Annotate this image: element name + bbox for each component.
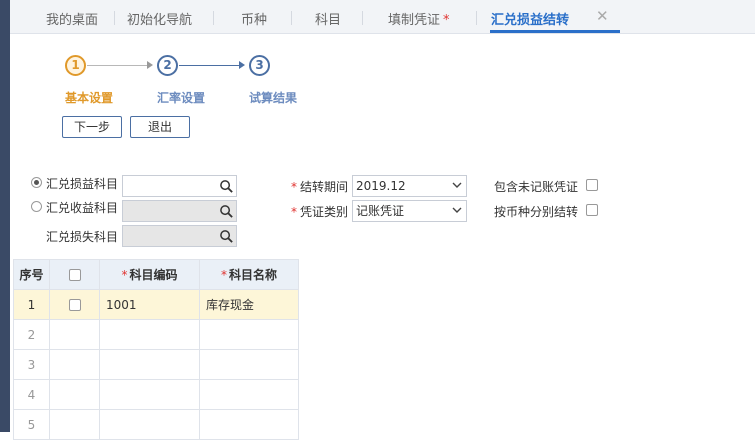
close-icon[interactable]: ✕ <box>596 7 609 25</box>
row-select-cell[interactable] <box>49 409 100 440</box>
gain-loss-subject-radio[interactable] <box>31 177 42 188</box>
tab-separator <box>476 11 477 25</box>
arrow-right-icon <box>239 61 245 69</box>
subject-name-cell[interactable] <box>199 409 299 440</box>
tab-init-guide[interactable]: 初始化导航 <box>127 9 192 33</box>
left-nav-strip <box>0 0 10 432</box>
tab-separator <box>213 11 214 25</box>
by-currency-checkbox[interactable] <box>586 204 598 216</box>
row-select-cell[interactable] <box>49 349 100 380</box>
table-row[interactable]: 2 <box>13 319 299 350</box>
tab-separator <box>362 11 363 25</box>
code-header: * 科目编码 <box>99 259 200 290</box>
subject-name-cell[interactable]: 库存现金 <box>199 289 299 320</box>
step-connector <box>179 65 239 66</box>
by-currency-label: 按币种分别结转 <box>494 205 579 219</box>
subject-code-cell[interactable] <box>99 379 200 410</box>
required-marker: * <box>121 268 128 282</box>
subject-grid: 序号 * 科目编码 * 科目名称 1 1001 库存现金 2 3 4 5 <box>13 259 299 440</box>
tab-separator <box>114 11 115 25</box>
tab-bar: 我的桌面 初始化导航 币种 科目 填制凭证 * 汇兑损益结转 ✕ <box>10 0 755 34</box>
gain-subject-radio[interactable] <box>31 201 42 212</box>
row-number: 4 <box>13 379 50 410</box>
row-number: 2 <box>13 319 50 350</box>
step-1-label: 基本设置 <box>65 91 114 105</box>
period-label: * 结转期间 <box>291 178 348 195</box>
row-select-cell[interactable] <box>49 379 100 410</box>
step-2-indicator: 2 <box>157 55 178 76</box>
subject-code-cell[interactable] <box>99 319 200 350</box>
voucher-type-select[interactable]: 记账凭证 <box>352 200 467 222</box>
tab-label: 汇兑损益结转 <box>491 13 570 28</box>
row-number: 3 <box>13 349 50 380</box>
seq-header: 序号 <box>13 259 50 290</box>
search-icon[interactable] <box>219 204 234 219</box>
step-connector <box>87 65 147 66</box>
name-header: * 科目名称 <box>199 259 299 290</box>
include-unposted-checkbox[interactable] <box>586 179 598 191</box>
row-select-cell[interactable] <box>49 319 100 350</box>
voucher-type-label-text: 凭证类别 <box>300 205 349 219</box>
step-1-indicator: 1 <box>65 55 86 76</box>
period-select[interactable]: 2019.12 <box>352 175 467 197</box>
row-number: 1 <box>13 289 50 320</box>
include-unposted-label: 包含未记账凭证 <box>494 180 579 194</box>
name-header-text: 科目名称 <box>228 268 277 282</box>
row-checkbox[interactable] <box>68 299 81 311</box>
tab-label: 科目 <box>315 13 342 28</box>
required-marker: * <box>291 205 297 219</box>
table-row[interactable]: 3 <box>13 349 299 380</box>
select-all-checkbox[interactable] <box>68 269 81 281</box>
table-row[interactable]: 1 1001 库存现金 <box>13 289 299 320</box>
subject-code-cell[interactable] <box>99 349 200 380</box>
subject-code-cell[interactable] <box>99 409 200 440</box>
step-3-label: 试算结果 <box>249 91 298 105</box>
active-tab-indicator <box>490 30 620 33</box>
subject-code-cell[interactable]: 1001 <box>99 289 200 320</box>
unsaved-marker: * <box>443 13 450 28</box>
subject-name-cell[interactable] <box>199 319 299 350</box>
tab-subject[interactable]: 科目 <box>315 9 341 33</box>
arrow-right-icon <box>147 61 153 69</box>
code-header-text: 科目编码 <box>129 268 178 282</box>
gain-loss-subject-input[interactable] <box>122 175 237 197</box>
tab-my-desktop[interactable]: 我的桌面 <box>46 9 98 33</box>
row-number: 5 <box>13 409 50 440</box>
subject-name-cell[interactable] <box>199 379 299 410</box>
tab-currency[interactable]: 币种 <box>241 9 267 33</box>
row-select-cell[interactable] <box>49 289 100 320</box>
chevron-down-icon <box>452 207 462 213</box>
chevron-down-icon <box>452 182 462 188</box>
gain-loss-subject-label: 汇兑损益科目 <box>46 177 119 191</box>
step-2-label: 汇率设置 <box>157 91 206 105</box>
voucher-type-label: * 凭证类别 <box>291 203 348 220</box>
voucher-type-value: 记账凭证 <box>356 204 405 218</box>
table-row[interactable]: 4 <box>13 379 299 410</box>
tab-label: 我的桌面 <box>46 13 99 28</box>
next-step-button[interactable]: 下一步 <box>62 116 122 138</box>
loss-subject-label: 汇兑损失科目 <box>46 230 119 244</box>
required-marker: * <box>291 180 297 194</box>
search-icon[interactable] <box>219 229 234 244</box>
tab-label: 填制凭证 <box>388 13 441 28</box>
step-3-indicator: 3 <box>249 55 270 76</box>
tab-fill-voucher[interactable]: 填制凭证 * <box>388 9 450 33</box>
period-label-text: 结转期间 <box>300 180 349 194</box>
subject-name-cell[interactable] <box>199 349 299 380</box>
table-row[interactable]: 5 <box>13 409 299 440</box>
gain-subject-label: 汇兑收益科目 <box>46 201 119 215</box>
tab-label: 初始化导航 <box>127 13 193 28</box>
select-all-header[interactable] <box>49 259 100 290</box>
period-value: 2019.12 <box>356 179 406 193</box>
gain-subject-input[interactable] <box>122 200 237 222</box>
tab-separator <box>291 11 292 25</box>
grid-header-row: 序号 * 科目编码 * 科目名称 <box>13 259 299 290</box>
loss-subject-input[interactable] <box>122 225 237 247</box>
required-marker: * <box>220 268 227 282</box>
exit-button[interactable]: 退出 <box>130 116 190 138</box>
search-icon[interactable] <box>219 179 234 194</box>
tab-label: 币种 <box>241 13 268 28</box>
